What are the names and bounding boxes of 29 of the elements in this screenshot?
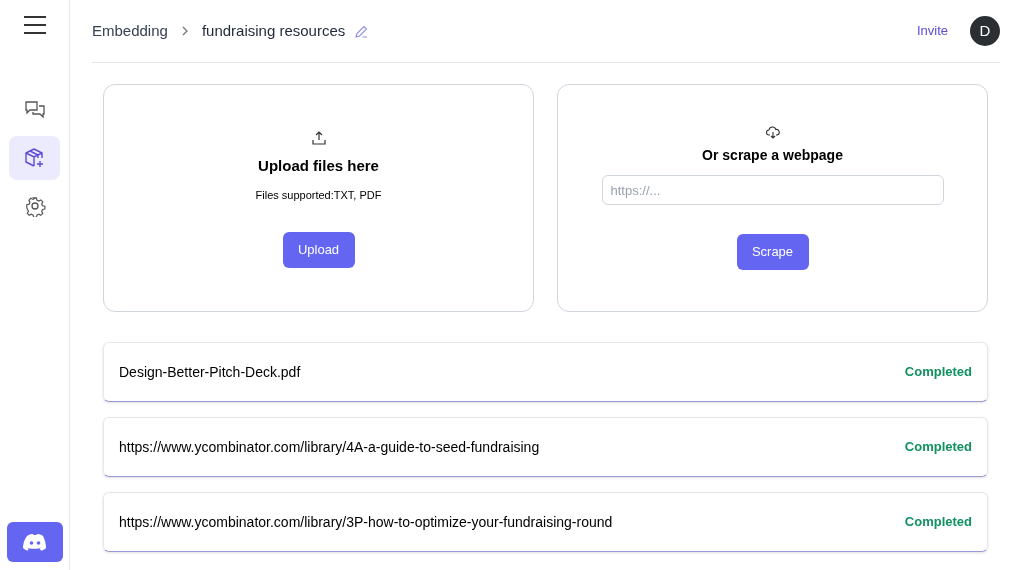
- document-row[interactable]: https://www.ycombinator.com/library/3P-how-to-optimize-your-fundraising-round Completed: [103, 492, 988, 552]
- chat-icon: [23, 100, 46, 120]
- status-label: Completed: [904, 438, 972, 457]
- upload-button[interactable]: Upload: [282, 232, 355, 268]
- sidebar-item[interactable]: [9, 136, 60, 180]
- avatar[interactable]: D: [970, 16, 1000, 46]
- scrape-button[interactable]: Scrape: [736, 234, 809, 270]
- document-name: https://www.ycombinator.com/library/4A-a-guide-to-seed-fundraising: [119, 437, 540, 457]
- document-row[interactable]: Design-Better-Pitch-Deck.pdf Completed: [103, 342, 988, 402]
- controller-icon: [22, 533, 47, 551]
- invite-link[interactable]: Invite: [916, 21, 948, 41]
- status-label: Completed: [904, 513, 972, 532]
- breadcrumb-current: fundraising resources: [201, 20, 346, 41]
- chevron-right-icon: [181, 26, 188, 36]
- url-input-field[interactable]: https://...: [601, 175, 944, 205]
- upload-subtitle: Files supported:TXT, PDF: [255, 187, 382, 203]
- upload-icon: [311, 131, 326, 145]
- breadcrumb-link[interactable]: Embedding: [92, 19, 168, 43]
- box-plus-icon: [23, 147, 46, 169]
- document-name: https://www.ycombinator.com/library/3P-how-to-optimize-your-fundraising-round: [119, 512, 613, 532]
- document-name: Design-Better-Pitch-Deck.pdf: [119, 362, 301, 382]
- document-row[interactable]: https://www.ycombinator.com/library/4A-a-guide-to-seed-fundraising Completed: [103, 417, 988, 477]
- menu-icon[interactable]: [23, 16, 46, 34]
- upload-title: Upload files here: [258, 156, 379, 176]
- cloud-download-icon: [765, 126, 780, 139]
- scrape-title: Or scrape a webpage: [702, 146, 843, 165]
- discord-button[interactable]: [6, 522, 63, 562]
- settings-icon: [23, 195, 46, 217]
- status-label: Completed: [904, 363, 972, 382]
